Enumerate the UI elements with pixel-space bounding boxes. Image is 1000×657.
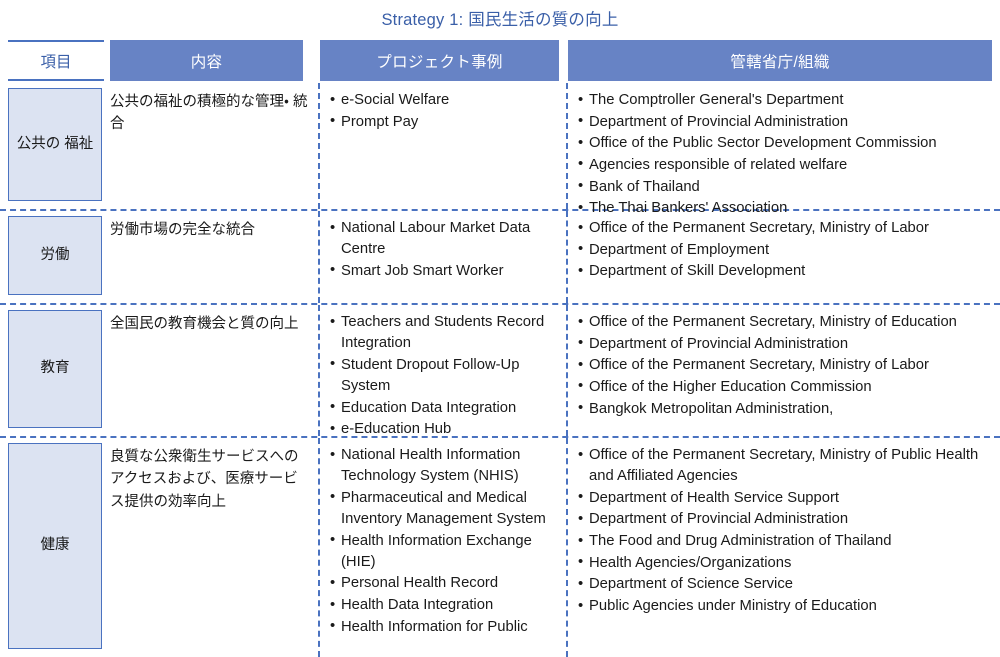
row-agencies-cell: Office of the Permanent Secretary, Minis… [566,438,996,657]
list-item: Department of Provincial Administration [578,333,996,355]
row-label-box: 教育 [8,310,102,428]
list-item: Office of the Permanent Secretary, Minis… [578,217,996,239]
list-item: Agencies responsible of related welfare [578,154,996,176]
table-header-row: 項目 内容 プロジェクト事例 管轄省庁/組織 [0,40,1000,81]
row-label-cell: 労働 [8,211,104,303]
row-content-text: 労働市場の完全な統合 [110,222,255,238]
list-item: Student Dropout Follow-Up System [330,354,561,397]
list-item: Office of the Public Sector Development … [578,133,996,154]
table-row: 教育 全国民の教育機会と質の向上 Teachers and Students R… [0,305,1000,440]
list-item: Health Agencies/Organizations [578,552,996,574]
row-content-cell: 労働市場の完全な統合 [110,211,310,303]
row-content-text: 全国民の教育機会と質の向上 [110,316,299,332]
project-list: National Labour Market Data CentreSmart … [330,211,561,282]
agency-list: Office of the Permanent Secretary, Minis… [578,438,996,617]
row-projects-cell: e-Social WelfarePrompt Pay [318,83,561,209]
list-item: Health Data Integration [330,595,561,616]
list-item: Personal Health Record [330,573,561,594]
agency-list: Office of the Permanent Secretary, Minis… [578,305,996,420]
list-item: The Comptroller General's Department [578,89,996,111]
list-item: e-Social Welfare [330,89,561,111]
list-item: Bank of Thailand [578,176,996,198]
list-item: Prompt Pay [330,111,561,133]
list-item: Health Information for Public [330,616,561,638]
list-item: Department of Employment [578,239,996,261]
project-list: Teachers and Students Record Integration… [330,305,561,440]
list-item: Department of Provincial Administration [578,111,996,133]
row-agencies-cell: The Comptroller General's DepartmentDepa… [566,83,996,219]
table-row: 労働 労働市場の完全な統合 National Labour Market Dat… [0,211,1000,305]
project-list: e-Social WelfarePrompt Pay [330,83,561,133]
table-row: 健康 良質な公衆衛生サービスへのアクセスおよび、医療サービス提供の効率向上 Na… [0,438,1000,657]
project-list: National Health Information Technology S… [330,438,561,638]
row-content-cell: 良質な公衆衛生サービスへのアクセスおよび、医療サービス提供の効率向上 [110,438,310,657]
row-agencies-cell: Office of the Permanent Secretary, Minis… [566,211,996,303]
row-label-box: 健康 [8,443,102,649]
row-label-cell: 健康 [8,438,104,657]
slide-root: Strategy 1: 国民生活の質の向上 項目 内容 プロジェクト事例 管轄省… [0,0,1000,657]
row-content-cell: 全国民の教育機会と質の向上 [110,305,310,436]
list-item: Health Information Exchange (HIE) [330,530,561,573]
agency-list: Office of the Permanent Secretary, Minis… [578,211,996,282]
page-title: Strategy 1: 国民生活の質の向上 [381,11,619,29]
list-item: Office of the Permanent Secretary, Minis… [578,311,996,333]
list-item: Smart Job Smart Worker [330,260,561,282]
row-projects-cell: National Labour Market Data CentreSmart … [318,211,561,303]
column-header-project-examples: プロジェクト事例 [320,40,559,81]
list-item: Department of Skill Development [578,261,996,282]
column-header-agency: 管轄省庁/組織 [568,40,992,81]
row-content-text: 良質な公衆衛生サービスへのアクセスおよび、医療サービス提供の効率向上 [110,449,299,510]
list-item: Department of Health Service Support [578,487,996,509]
row-agencies-cell: Office of the Permanent Secretary, Minis… [566,305,996,436]
row-label-box: 労働 [8,216,102,295]
list-item: Pharmaceutical and Medical Inventory Man… [330,487,561,530]
row-label-cell: 教育 [8,305,104,436]
row-content-cell: 公共の福祉の積極的な管理・ 統合 [110,83,310,209]
list-item: Office of the Permanent Secretary, Minis… [578,355,996,376]
list-item: Bangkok Metropolitan Administration, [578,398,996,420]
list-item: The Food and Drug Administration of Thai… [578,531,996,552]
column-header-item: 項目 [8,40,104,81]
row-label-cell: 公共の 福祉 [8,83,104,209]
table-body: 公共の 福祉 公共の福祉の積極的な管理・ 統合 e-Social Welfare… [0,83,1000,657]
list-item: Department of Provincial Administration [578,509,996,530]
list-item: Department of Science Service [578,574,996,595]
row-content-text: 公共の福祉の積極的な管理・ 統合 [110,94,308,133]
column-header-content: 内容 [110,40,303,81]
list-item: Education Data Integration [330,397,561,419]
list-item: National Health Information Technology S… [330,444,561,487]
row-projects-cell: Teachers and Students Record Integration… [318,305,561,440]
list-item: Office of the Permanent Secretary, Minis… [578,444,996,487]
table-row: 公共の 福祉 公共の福祉の積極的な管理・ 統合 e-Social Welfare… [0,83,1000,219]
agency-list: The Comptroller General's DepartmentDepa… [578,83,996,219]
row-projects-cell: National Health Information Technology S… [318,438,561,657]
row-label-box: 公共の 福祉 [8,88,102,201]
list-item: Public Agencies under Ministry of Educat… [578,596,996,617]
list-item: Office of the Higher Education Commissio… [578,376,996,398]
list-item: National Labour Market Data Centre [330,217,561,260]
list-item: Teachers and Students Record Integration [330,311,561,354]
